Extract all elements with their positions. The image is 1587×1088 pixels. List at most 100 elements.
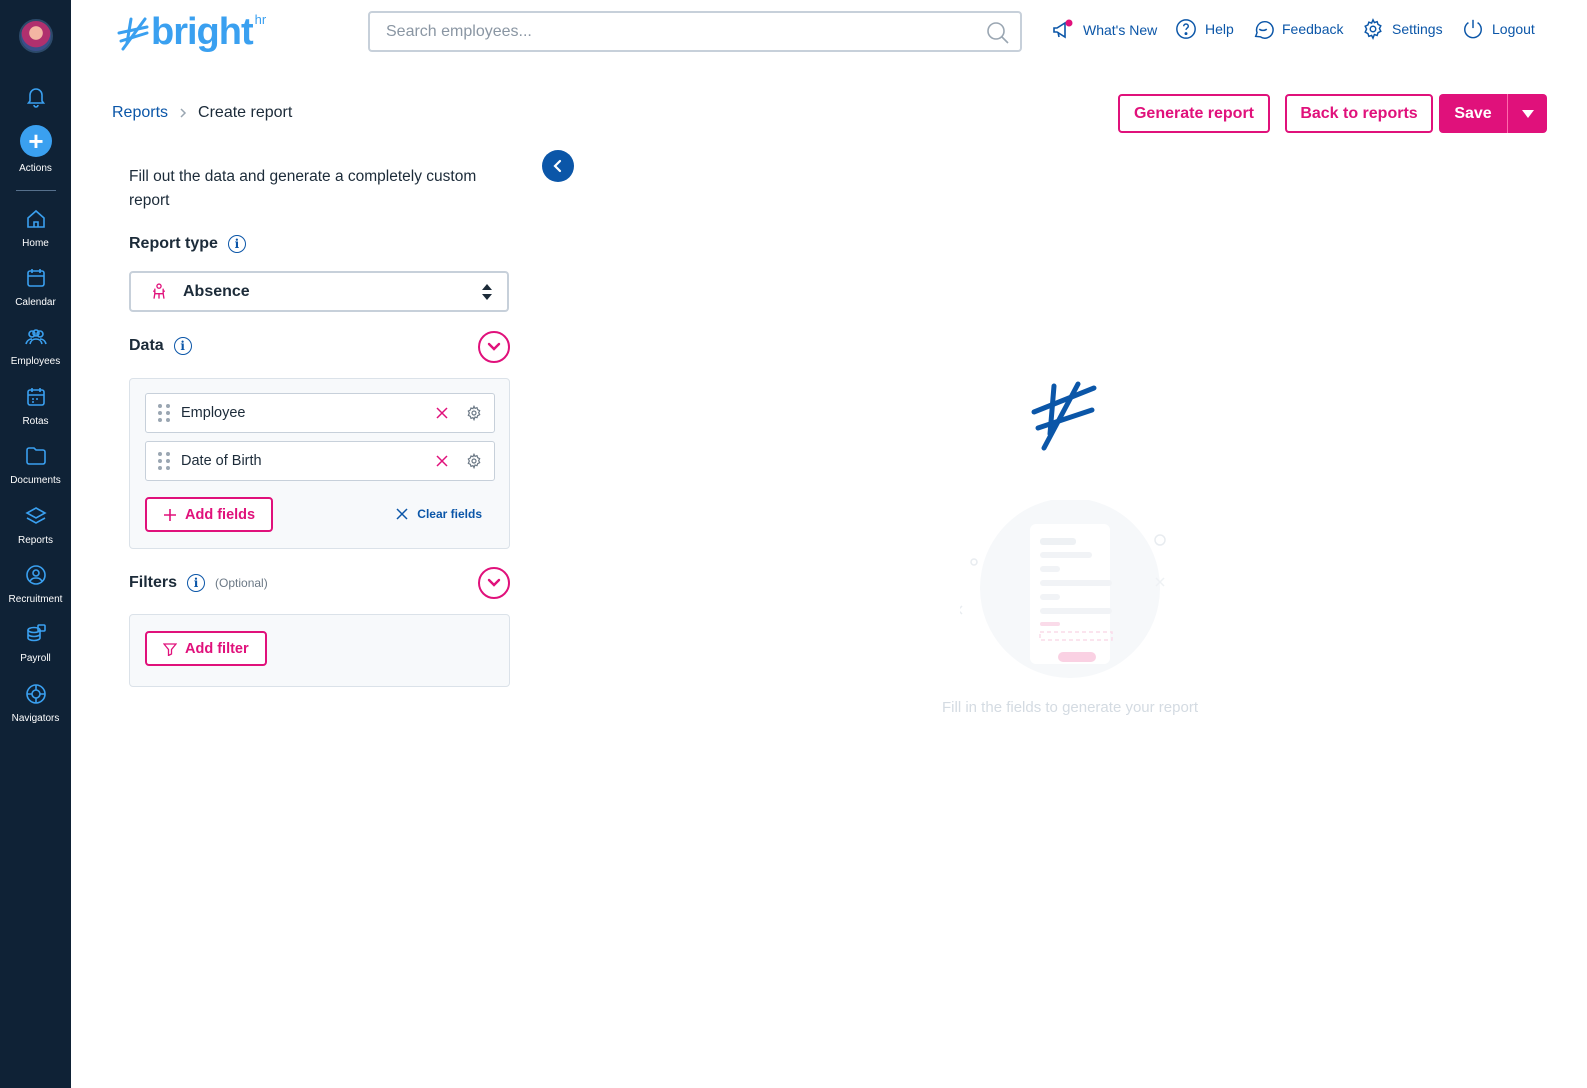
optional-label: (Optional) (215, 576, 268, 590)
filters-title: Filters (129, 574, 178, 591)
data-title: Data (129, 337, 164, 354)
save-button-group: Save (1439, 94, 1547, 133)
logo-text: bright (151, 11, 254, 53)
employee-search (368, 11, 1022, 52)
filters-collapse-button[interactable] (478, 567, 510, 599)
sidebar-item-rotas[interactable]: Rotas (0, 416, 71, 427)
sidebar-item-recruitment[interactable]: Recruitment (0, 594, 71, 605)
back-to-reports-button[interactable]: Back to reports (1285, 94, 1433, 133)
breadcrumb-current: Create report (198, 104, 293, 121)
collapse-panel-button[interactable] (542, 150, 574, 182)
brighthr-logo[interactable]: bright hr (117, 10, 266, 54)
gear-icon[interactable] (466, 405, 482, 421)
feedback-link[interactable]: Feedback (1252, 18, 1343, 40)
save-options-button[interactable] (1507, 94, 1547, 133)
info-icon[interactable]: i (187, 574, 206, 592)
bell-icon[interactable] (24, 84, 48, 108)
rotas-icon[interactable] (24, 385, 48, 409)
reports-icon[interactable] (24, 504, 48, 528)
intro-text: Fill out the data and generate a complet… (129, 168, 477, 209)
gear-icon (1364, 18, 1382, 40)
actions-button[interactable]: + (20, 125, 52, 157)
documents-icon[interactable] (24, 444, 48, 468)
chevron-left-icon (553, 159, 562, 173)
report-type-value: Absence (183, 282, 250, 300)
sidebar-divider (16, 190, 56, 191)
calendar-icon[interactable] (24, 266, 48, 290)
avatar[interactable] (19, 19, 53, 53)
chevron-down-icon (487, 342, 501, 351)
close-icon (396, 508, 408, 520)
data-fields-box: Employee Date of Birth Add fields Clear … (129, 378, 510, 549)
logout-link[interactable]: Logout (1462, 18, 1535, 40)
settings-label: Settings (1392, 21, 1443, 37)
report-type-select[interactable]: Absence (129, 271, 509, 312)
empty-report-illustration (960, 500, 1166, 678)
chevron-down-icon (487, 578, 501, 587)
sidebar-item-navigators[interactable]: Navigators (0, 713, 71, 724)
chevron-right-icon (180, 108, 187, 118)
plus-icon: + (28, 126, 44, 156)
clear-fields-label: Clear fields (417, 507, 482, 521)
sidebar: + Actions Home Calendar Employees Rotas … (0, 0, 71, 1088)
help-label: Help (1205, 21, 1234, 37)
filters-heading: Filters i (Optional) (129, 574, 268, 592)
add-fields-button[interactable]: Add fields (145, 497, 274, 532)
add-fields-label: Add fields (185, 506, 256, 523)
sidebar-item-home[interactable]: Home (0, 238, 71, 249)
chair-icon (153, 282, 165, 299)
report-type-heading: Report type i (129, 235, 246, 253)
actions-label: Actions (19, 163, 52, 174)
caret-down-icon (1521, 109, 1534, 118)
info-icon[interactable]: i (227, 235, 246, 253)
generate-report-button[interactable]: Generate report (1118, 94, 1270, 133)
search-input[interactable] (370, 13, 950, 50)
data-field-row[interactable]: Employee (145, 393, 495, 433)
plus-icon (164, 508, 176, 521)
power-icon (1464, 19, 1482, 39)
brighthr-star-icon (1031, 381, 1097, 451)
employees-icon[interactable] (24, 325, 48, 349)
remove-icon[interactable] (434, 405, 450, 421)
settings-link[interactable]: Settings (1362, 18, 1443, 40)
navigators-icon[interactable] (24, 682, 48, 706)
add-filter-button[interactable]: Add filter (145, 631, 267, 666)
logout-label: Logout (1492, 21, 1535, 37)
drag-handle-icon[interactable] (158, 452, 170, 470)
save-button[interactable]: Save (1439, 94, 1507, 133)
brighthr-star-icon (117, 17, 149, 51)
feedback-icon (1254, 20, 1274, 39)
data-field-label: Employee (181, 405, 246, 421)
help-link[interactable]: Help (1175, 18, 1234, 40)
remove-icon[interactable] (434, 453, 450, 469)
whats-new-link[interactable]: What's New (1051, 18, 1157, 42)
recruitment-icon[interactable] (24, 563, 48, 587)
report-type-title: Report type (129, 235, 218, 252)
breadcrumb: Reports Create report (112, 104, 292, 122)
clear-fields-button[interactable]: Clear fields (395, 507, 482, 521)
home-icon[interactable] (24, 207, 48, 231)
data-field-row[interactable]: Date of Birth (145, 441, 495, 481)
sort-arrows-icon (482, 284, 492, 300)
help-icon (1176, 19, 1196, 39)
feedback-label: Feedback (1282, 21, 1344, 37)
breadcrumb-reports-link[interactable]: Reports (112, 104, 168, 122)
sidebar-item-calendar[interactable]: Calendar (0, 297, 71, 308)
data-field-label: Date of Birth (181, 453, 262, 469)
logo-suffix: hr (254, 12, 267, 27)
gear-icon[interactable] (466, 453, 482, 469)
empty-state-message: Fill in the fields to generate your repo… (942, 699, 1198, 716)
sidebar-item-reports[interactable]: Reports (0, 535, 71, 546)
data-collapse-button[interactable] (478, 331, 510, 363)
sidebar-item-employees[interactable]: Employees (0, 356, 71, 367)
payroll-icon[interactable] (24, 622, 48, 646)
sidebar-item-documents[interactable]: Documents (0, 475, 71, 486)
info-icon[interactable]: i (173, 337, 192, 355)
filter-icon (163, 642, 177, 656)
data-heading: Data i (129, 337, 192, 355)
search-icon[interactable] (986, 21, 1010, 45)
sidebar-item-payroll[interactable]: Payroll (0, 653, 71, 664)
filters-box: Add filter (129, 614, 510, 687)
megaphone-icon (1053, 19, 1073, 39)
drag-handle-icon[interactable] (158, 404, 170, 422)
